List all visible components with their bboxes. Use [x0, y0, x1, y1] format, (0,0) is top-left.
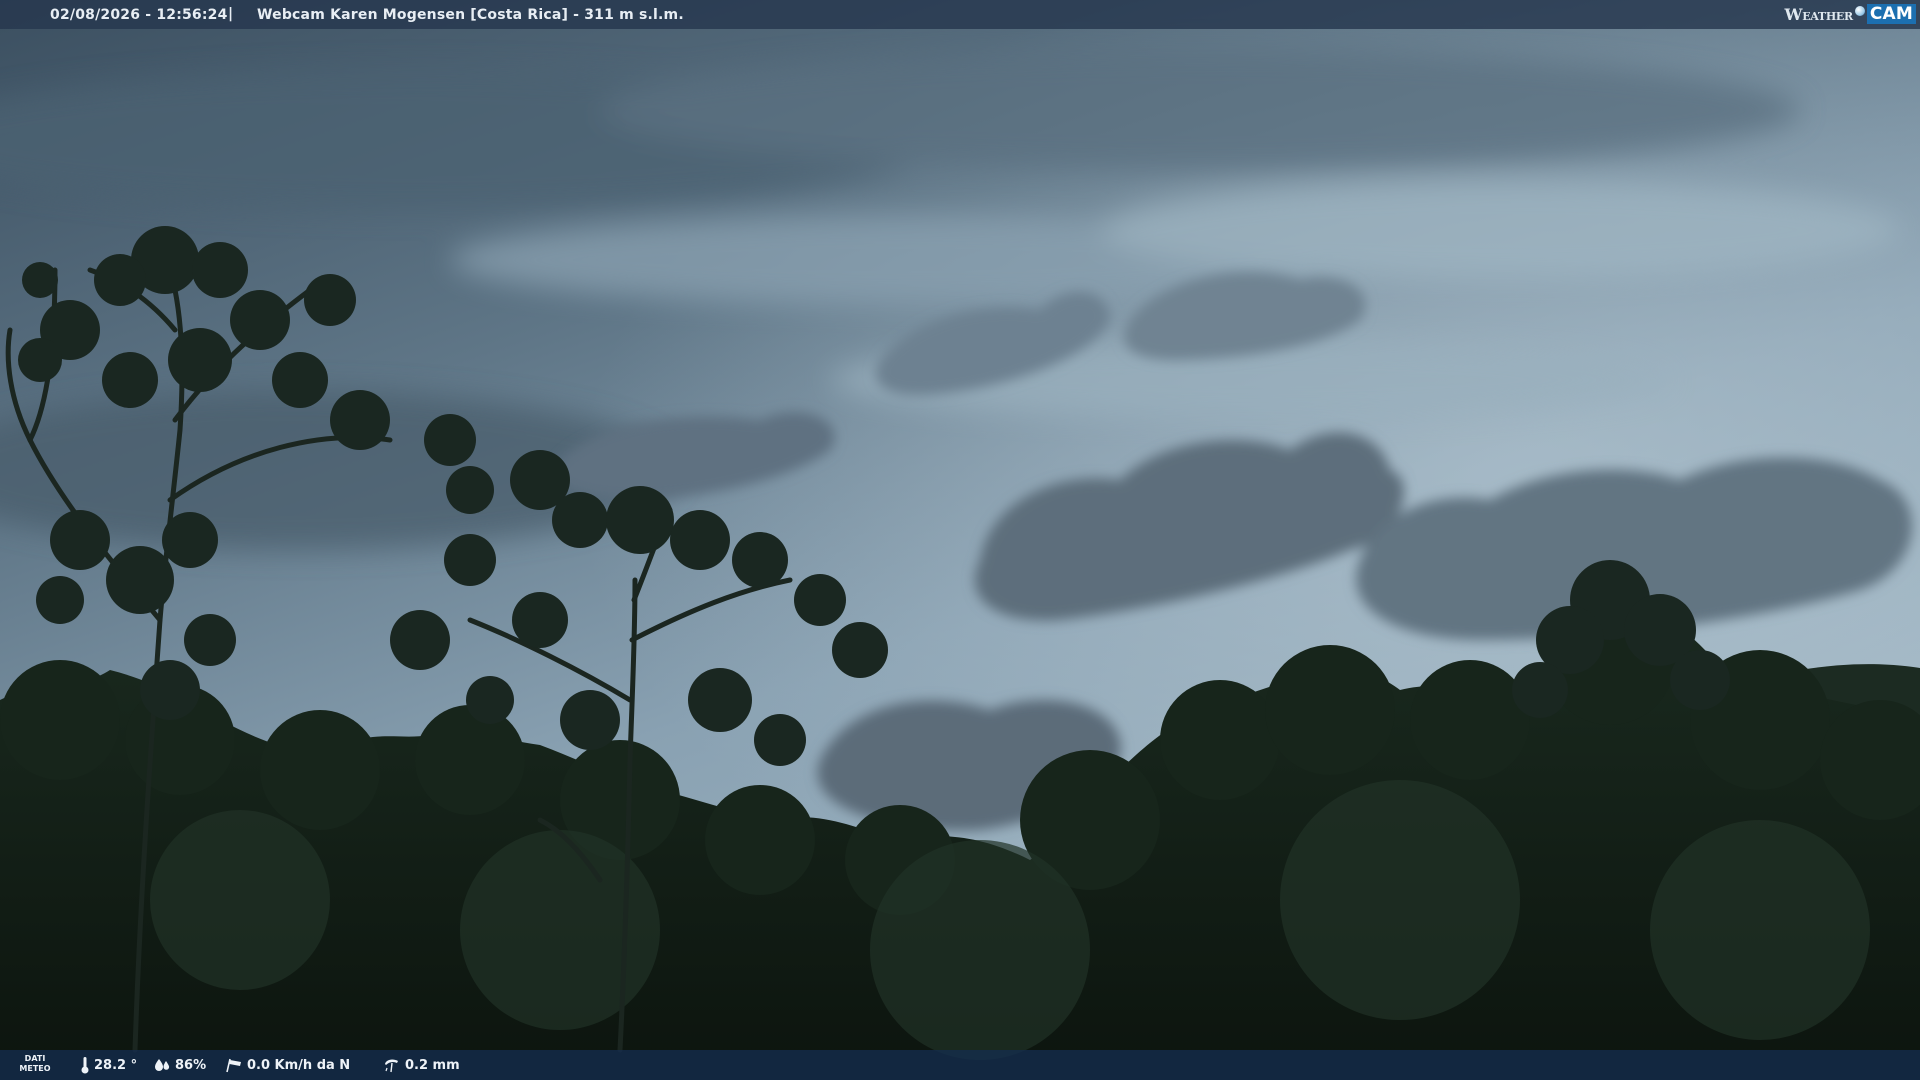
- timestamp: 02/08/2026 - 12:56:24: [50, 7, 228, 23]
- humidity-value: 86%: [175, 1057, 207, 1073]
- wind-reading: 0.0 Km/h da N: [225, 1050, 350, 1080]
- weather-data-bar: DATI METEO 28.2 ° 86% 0.0 Km/h da N 0.2 …: [0, 1050, 1920, 1080]
- weathercam-logo: Weather CAM: [1785, 3, 1916, 25]
- rain-reading: 0.2 mm: [383, 1050, 460, 1080]
- top-info-bar: 02/08/2026 - 12:56:24 | Webcam Karen Mog…: [0, 0, 1920, 29]
- dati-meteo-label: DATI METEO: [18, 1054, 52, 1074]
- dati-label: DATI: [24, 1054, 46, 1063]
- windsock-icon: [226, 1058, 241, 1073]
- temperature-reading: 28.2 °: [80, 1050, 137, 1080]
- thermometer-icon: [81, 1057, 89, 1074]
- temperature-value: 28.2 °: [94, 1057, 138, 1073]
- webcam-image: [0, 0, 1920, 1080]
- rain-value: 0.2 mm: [405, 1057, 460, 1073]
- webcam-location: Webcam Karen Mogensen [Costa Rica] - 311…: [257, 7, 684, 23]
- humidity-reading: 86%: [153, 1050, 206, 1080]
- separator: |: [228, 6, 234, 22]
- logo-cam-text: CAM: [1866, 4, 1916, 24]
- wind-value: 0.0 Km/h da N: [247, 1057, 351, 1073]
- logo-globe-icon: [1854, 6, 1865, 16]
- webcam-frame: 02/08/2026 - 12:56:24 | Webcam Karen Mog…: [0, 0, 1920, 1080]
- logo-weather-text: Weather: [1784, 4, 1854, 24]
- rain-gauge-icon: [385, 1059, 398, 1073]
- drops-icon: [155, 1059, 170, 1071]
- meteo-label: METEO: [19, 1064, 51, 1073]
